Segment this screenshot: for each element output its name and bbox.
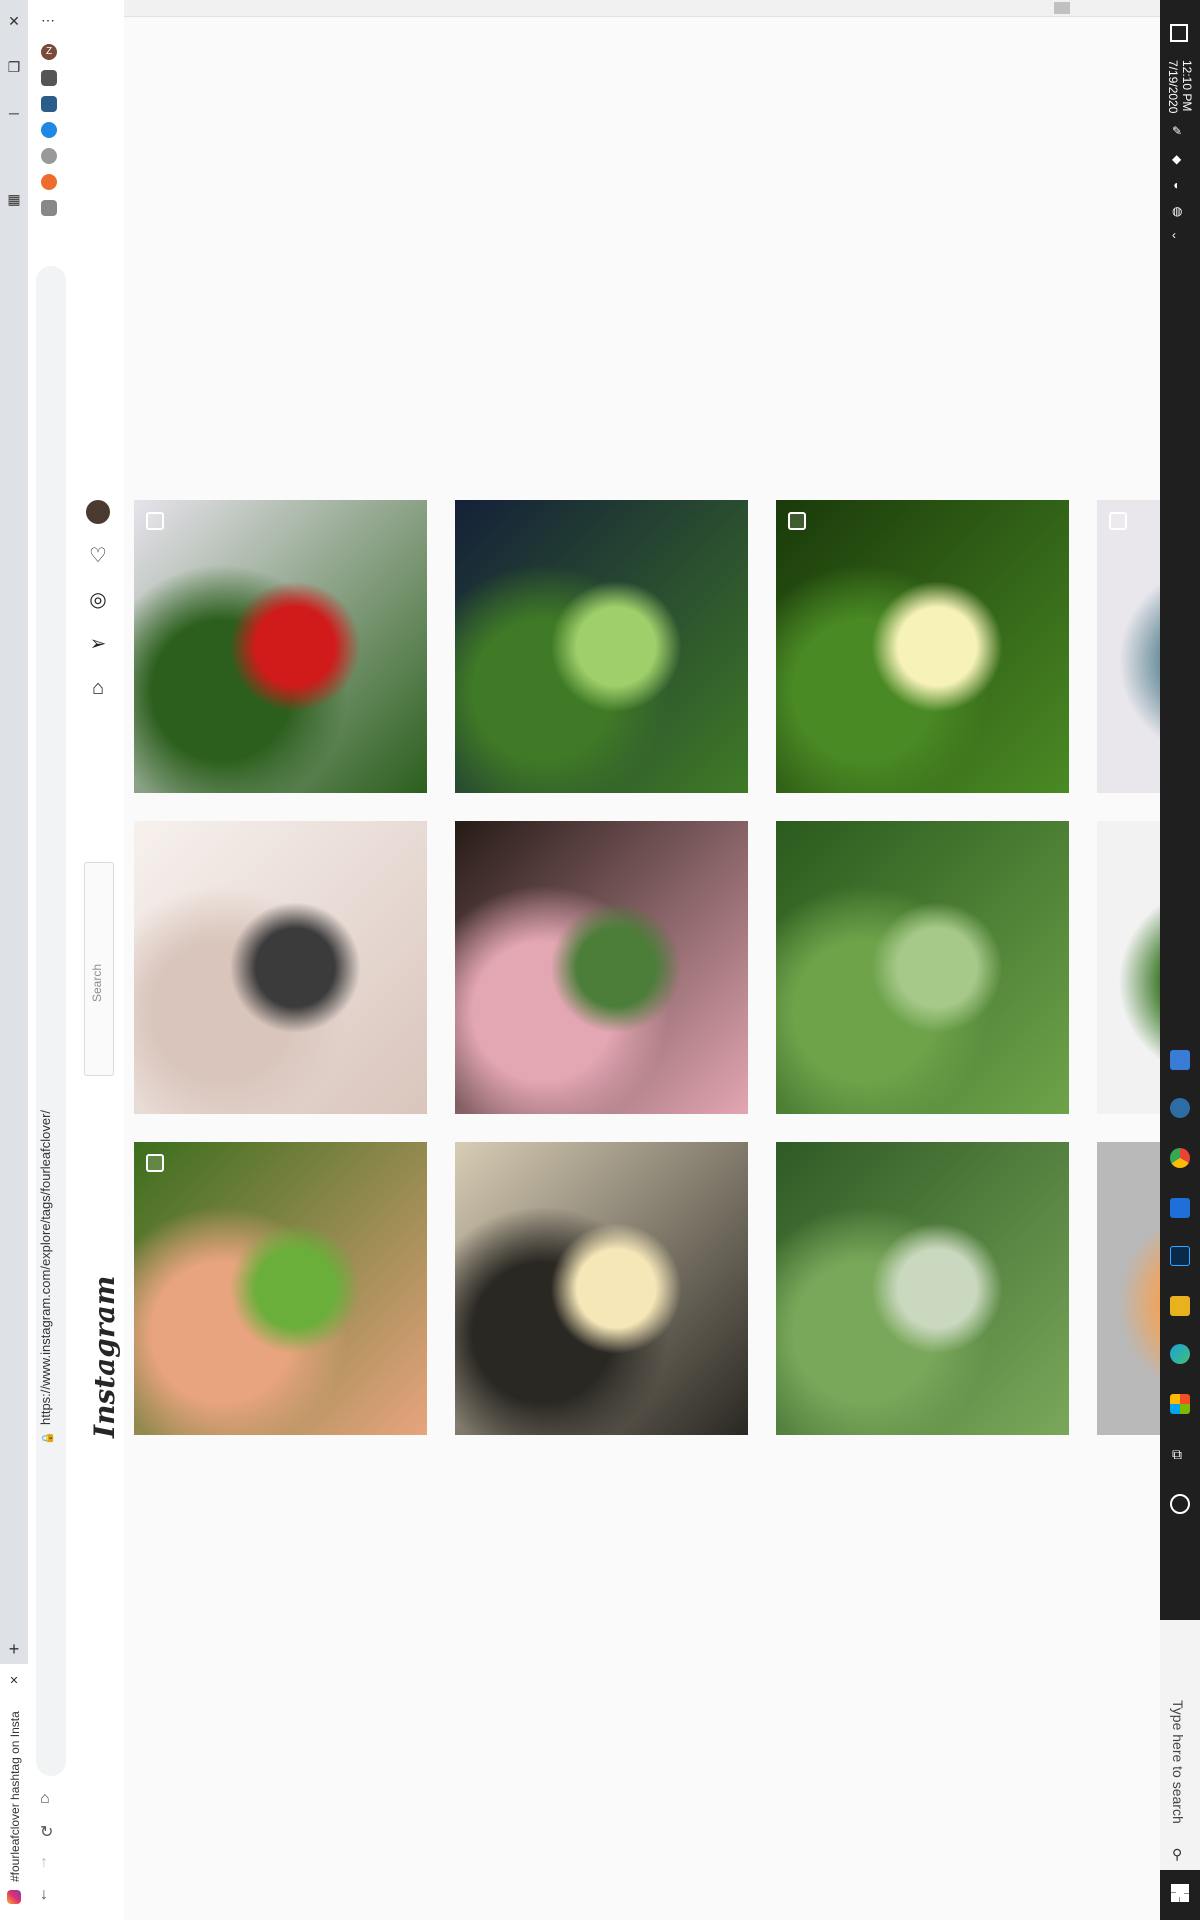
close-window-icon[interactable]: ✕	[5, 12, 23, 30]
post-tile-mask-on-clover[interactable]	[134, 500, 427, 793]
post-tile-partial-right-2[interactable]	[1097, 821, 1160, 1114]
network-icon[interactable]: ◍	[1172, 204, 1182, 218]
extension-icon-2[interactable]	[41, 122, 57, 138]
search-placeholder: Search	[90, 963, 104, 1002]
cortana-icon[interactable]	[1170, 1494, 1190, 1514]
camera-badge-icon	[146, 512, 164, 530]
reload-icon[interactable]: ↻	[40, 1822, 53, 1842]
post-tile-daisy-clover[interactable]	[776, 500, 1069, 793]
taskbar-search-icon: ⚲	[1172, 1846, 1183, 1862]
lock-icon: 🔒	[42, 1431, 54, 1445]
new-tab-icon[interactable]: +	[5, 1640, 23, 1658]
taskbar-chrome-icon[interactable]	[1170, 1148, 1190, 1168]
post-tile-clover-on-fingers[interactable]	[134, 1142, 427, 1435]
windows-taskbar: 12:10 PM 7/19/2020 ✎ ◆ ◖ ◍ ‹ ⧉ Type here…	[1160, 0, 1200, 1920]
taskbar-search-box[interactable]: Type here to search ⚲	[1160, 1620, 1200, 1870]
tab-instagram[interactable]: ✕ #fourleafclover hashtag on Insta	[0, 1664, 28, 1920]
post-tile-clover-weeds[interactable]	[776, 1142, 1069, 1435]
home-icon[interactable]: ⌂	[86, 676, 110, 700]
clock-date[interactable]: 7/19/2020	[1166, 60, 1180, 113]
pen-icon[interactable]: ✎	[1172, 124, 1182, 138]
taskbar-photoshop-icon[interactable]	[1170, 1246, 1190, 1266]
home-button-icon[interactable]: ⌂	[40, 1790, 50, 1808]
more-menu-icon[interactable]: ⋯	[41, 12, 55, 29]
horizontal-scrollbar[interactable]	[124, 0, 1160, 17]
post-tile-gothic-quatrefoil[interactable]	[455, 1142, 748, 1435]
taskbar-explorer-icon[interactable]	[1170, 1296, 1190, 1316]
browser-toolbar: ⋯ Z 🔒 https://www.instagram.com/explore/…	[28, 0, 71, 1920]
direct-icon[interactable]: ➢	[86, 632, 110, 656]
tab-search-icon[interactable]: ▦	[5, 190, 23, 208]
profile-avatar-icon[interactable]: Z	[41, 44, 57, 60]
post-tile-partial-right-3[interactable]	[1097, 1142, 1160, 1435]
taskbar-outlook-icon[interactable]	[1170, 1198, 1190, 1218]
extension-icon-4[interactable]	[41, 174, 57, 190]
instagram-nav: ♡ ◎ ➢ ⌂ Search Instagram	[70, 0, 125, 1920]
taskbar-edge-icon[interactable]	[1170, 1344, 1190, 1364]
forward-icon[interactable]: ↑	[40, 1854, 48, 1872]
tab-strip: ✕ ❐ ─ ▦ + ✕ #fourleafclover hashtag on I…	[0, 0, 28, 1920]
post-tile-partial-right-1[interactable]	[1097, 500, 1160, 793]
scrollbar-thumb[interactable]	[1054, 2, 1070, 14]
windows-start-icon[interactable]	[1171, 1884, 1189, 1902]
extensions-puzzle-icon[interactable]	[41, 70, 57, 86]
minimize-window-icon[interactable]: ─	[5, 104, 23, 122]
address-bar[interactable]	[36, 266, 66, 1776]
action-center-icon[interactable]	[1170, 24, 1188, 42]
multi-post-badge-icon	[146, 1154, 164, 1172]
main-content	[124, 0, 1160, 1920]
extension-icon-3[interactable]	[41, 148, 57, 164]
tab-title: #fourleafclover hashtag on Insta	[8, 1711, 22, 1882]
taskbar-app-settings[interactable]	[1170, 1098, 1190, 1118]
post-tile-clover-in-grass[interactable]	[776, 821, 1069, 1114]
instagram-favicon-icon	[7, 1890, 21, 1904]
taskbar-app-calendar[interactable]	[1170, 1050, 1190, 1070]
post-tile-clover-on-hand[interactable]	[455, 821, 748, 1114]
dropbox-icon[interactable]: ◆	[1172, 152, 1181, 166]
post-tile-four-leaf-dark[interactable]	[455, 500, 748, 793]
taskbar-store-icon[interactable]	[1170, 1394, 1190, 1414]
multi-post-badge-icon	[1109, 512, 1127, 530]
compass-icon[interactable]: ◎	[86, 588, 110, 612]
clock-time[interactable]: 12:10 PM	[1180, 60, 1194, 111]
extension-icon-1[interactable]	[41, 96, 57, 112]
task-view-icon[interactable]: ⧉	[1172, 1446, 1182, 1463]
volume-icon[interactable]: ◖	[1172, 178, 1179, 192]
chevron-up-icon[interactable]: ‹	[1172, 228, 1176, 242]
back-icon[interactable]: ↓	[40, 1886, 48, 1904]
url-text[interactable]: https://www.instagram.com/explore/tags/f…	[38, 1110, 53, 1425]
instagram-logo[interactable]: Instagram	[88, 1276, 121, 1438]
extension-icon-5[interactable]	[41, 200, 57, 216]
restore-window-icon[interactable]: ❐	[5, 58, 23, 76]
profile-avatar[interactable]	[86, 500, 110, 524]
taskbar-search-placeholder: Type here to search	[1170, 1700, 1186, 1824]
post-tile-tattoo-lucky[interactable]	[134, 821, 427, 1114]
heart-icon[interactable]: ♡	[86, 544, 110, 568]
multi-post-badge-icon	[788, 512, 806, 530]
tab-close-icon[interactable]: ✕	[5, 1672, 23, 1690]
